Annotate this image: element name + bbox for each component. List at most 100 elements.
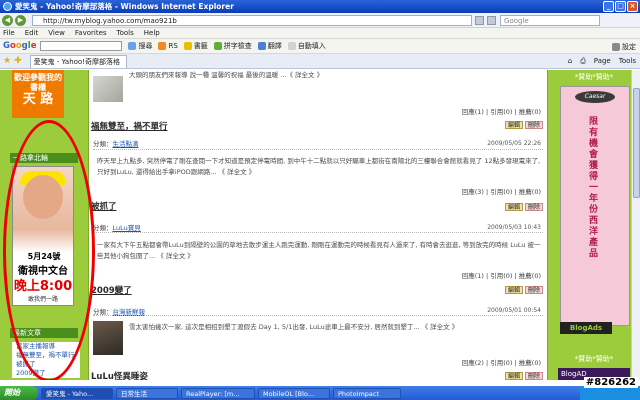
menu-bar: File Edit View Favorites Tools Help	[0, 28, 640, 39]
post-stats[interactable]: 回應(1) | 引用(0) | 推薦(0)	[462, 270, 541, 280]
right-sidebar: *贊助*贊助* Caesar 限有機會獲得一年份西洋產品 BlogAds *贊助…	[552, 70, 640, 380]
translate-button[interactable]: 翻譯	[257, 41, 282, 51]
settings-label: 設定	[622, 43, 636, 51]
left-sidebar: 歡迎參觀我的書櫃 天 路 一路拿北輪 5月24號 衛視中文台 晚上8:00 敢我…	[0, 70, 82, 380]
logo-letter: G	[3, 41, 10, 51]
url-input[interactable]: http://tw.myblog.yahoo.com/mao921b	[32, 14, 472, 26]
taskbar-item[interactable]: 日常生活	[116, 387, 178, 399]
sponsor-header: *贊助*贊助*	[574, 73, 614, 81]
sponsor-ad[interactable]: Caesar 限有機會獲得一年份西洋產品	[560, 86, 630, 326]
taskbar-item[interactable]: PhotoImpact	[333, 387, 401, 399]
post-actions: 編輯 刪除	[504, 286, 543, 294]
vertical-scrollbar[interactable]	[631, 70, 640, 380]
google-settings-button[interactable]: 設定	[612, 42, 636, 52]
delete-button[interactable]: 刪除	[524, 203, 543, 211]
post-title[interactable]: 福無雙至，禍不單行	[91, 120, 168, 132]
post-photo[interactable]	[93, 321, 123, 355]
bookmarks-button[interactable]: 書籤	[183, 41, 208, 51]
ad-time: 晚上8:00	[13, 279, 73, 294]
article-link[interactable]: 福無雙至，禍不單行	[16, 351, 80, 360]
post-actions: 編輯 刪除	[504, 121, 543, 129]
google-search-button[interactable]: 搜尋	[128, 41, 152, 51]
minimize-button[interactable]: _	[603, 1, 614, 12]
favorites-star-icon[interactable]: ★	[3, 56, 11, 66]
translate-label: 翻譯	[267, 42, 282, 50]
post-body: 雪太害怕幾次一家, 這次是相招到墾丁渡假去 Day 1, 5/1出發, LuLu…	[129, 323, 459, 331]
wrench-icon	[612, 43, 620, 51]
post-stats[interactable]: 回應(3) | 引用(0) | 推薦(0)	[462, 186, 541, 196]
post-thumbnail[interactable]	[93, 76, 123, 102]
main-column: 大頭的朋友們來報導 說一種 溫馨的祝福 最後的溫暖 ...《 詳全文 》 回應(…	[88, 70, 548, 380]
taskbar-item[interactable]: MobileOL [Blo...	[258, 387, 330, 399]
edit-button[interactable]: 編輯	[504, 286, 523, 294]
post-title[interactable]: 2009變了	[91, 284, 132, 296]
tv-ad-image[interactable]: 5月24號 衛視中文台 晚上8:00 敢我們一路	[12, 166, 74, 306]
articles-header: 最新文章	[10, 328, 78, 338]
sponsor-header-bottom: *贊助*贊助*	[574, 355, 614, 363]
post-body: 大頭的朋友們來報導 說一種 溫馨的祝福 最後的溫暖 ...《 詳全文 》	[129, 70, 529, 81]
delete-button[interactable]: 刪除	[524, 372, 543, 380]
live-search-input[interactable]: Google	[500, 14, 600, 26]
window-controls: _ □ ×	[603, 1, 638, 12]
print-icon[interactable]: ⎙	[580, 57, 586, 66]
post-title[interactable]: 被抓了	[91, 200, 117, 212]
autofill-icon	[287, 42, 296, 50]
ad-tagline: 敢我們一路	[27, 296, 58, 303]
menu-edit[interactable]: Edit	[25, 29, 39, 37]
rs-button[interactable]: RS	[158, 42, 178, 50]
edit-button[interactable]: 編輯	[504, 372, 523, 380]
post-stats[interactable]: 回應(2) | 引用(0) | 推薦(0)	[462, 357, 541, 367]
blogads-badge[interactable]: BlogAds	[560, 322, 612, 334]
menu-tools[interactable]: Tools	[117, 29, 134, 37]
tab-active[interactable]: 愛笑鬼 - Yahoo!奇摩部落格	[29, 54, 128, 68]
taskbar-item[interactable]: RealPlayer: [m...	[181, 387, 255, 399]
post-title[interactable]: LuLu怪異睡姿	[91, 370, 148, 380]
forward-button[interactable]: ▶	[15, 14, 26, 26]
page-menu[interactable]: Page	[594, 57, 611, 66]
delete-button[interactable]: 刪除	[524, 286, 543, 294]
refresh-icon[interactable]	[475, 15, 484, 25]
spellcheck-button[interactable]: 拼字檢查	[213, 41, 252, 51]
rss-icon	[158, 42, 167, 50]
taskbar-item[interactable]: 愛笑鬼 - Yaho...	[41, 387, 113, 399]
stop-icon[interactable]	[487, 15, 496, 25]
menu-file[interactable]: File	[3, 29, 15, 37]
edit-button[interactable]: 編輯	[504, 203, 523, 211]
autofill-button[interactable]: 自動填入	[287, 41, 326, 51]
promo-text: 歡迎參觀我的書櫃	[14, 73, 62, 92]
search-icon	[128, 42, 137, 50]
back-button[interactable]: ◀	[2, 14, 13, 26]
edit-button[interactable]: 編輯	[504, 121, 523, 129]
bookshelf-promo[interactable]: 歡迎參觀我的書櫃 天 路	[12, 70, 64, 118]
home-icon[interactable]: ⌂	[568, 57, 572, 66]
google-search-input[interactable]	[40, 41, 123, 51]
article-link[interactable]: 2009變了	[16, 369, 80, 378]
spellcheck-icon	[213, 42, 222, 50]
caesar-logo: Caesar	[575, 91, 615, 103]
maximize-button[interactable]: □	[615, 1, 626, 12]
post-actions: 編輯 刪除	[504, 372, 543, 380]
category-label: 分類：	[93, 224, 113, 232]
google-logo: Google	[3, 41, 36, 51]
add-favorites-icon[interactable]: ✚	[14, 56, 22, 66]
category-link[interactable]: LuLu寶貝	[113, 224, 141, 232]
google-toolbar: Google 搜尋 RS 書籤 拼字檢查 翻譯 自動填入 設定	[0, 39, 640, 54]
post-category: 分類：LuLu寶貝	[93, 222, 141, 232]
tools-menu[interactable]: Tools	[619, 57, 636, 66]
system-tray	[580, 386, 640, 400]
menu-view[interactable]: View	[48, 29, 65, 37]
post-stats[interactable]: 回應(1) | 引用(0) | 推薦(0)	[462, 106, 541, 116]
scrollbar-thumb[interactable]	[633, 88, 640, 198]
post-body: 昨天早上九點多, 突然停電了剛在查閱一下才知道是預定停電時間, 到中午十二點就以…	[97, 157, 541, 176]
article-link[interactable]: 當家主播報導	[16, 342, 80, 351]
google-search-label: 搜尋	[138, 42, 153, 50]
delete-button[interactable]: 刪除	[524, 121, 543, 129]
category-link[interactable]: 生活點滴	[113, 140, 139, 148]
article-link[interactable]: 被抓了	[16, 360, 80, 369]
menu-help[interactable]: Help	[144, 29, 160, 37]
logo-letter: e	[30, 41, 37, 51]
start-button[interactable]: 開始	[0, 386, 38, 400]
menu-favorites[interactable]: Favorites	[75, 29, 107, 37]
ad-date: 5月24號	[27, 252, 61, 261]
close-button[interactable]: ×	[627, 1, 638, 12]
